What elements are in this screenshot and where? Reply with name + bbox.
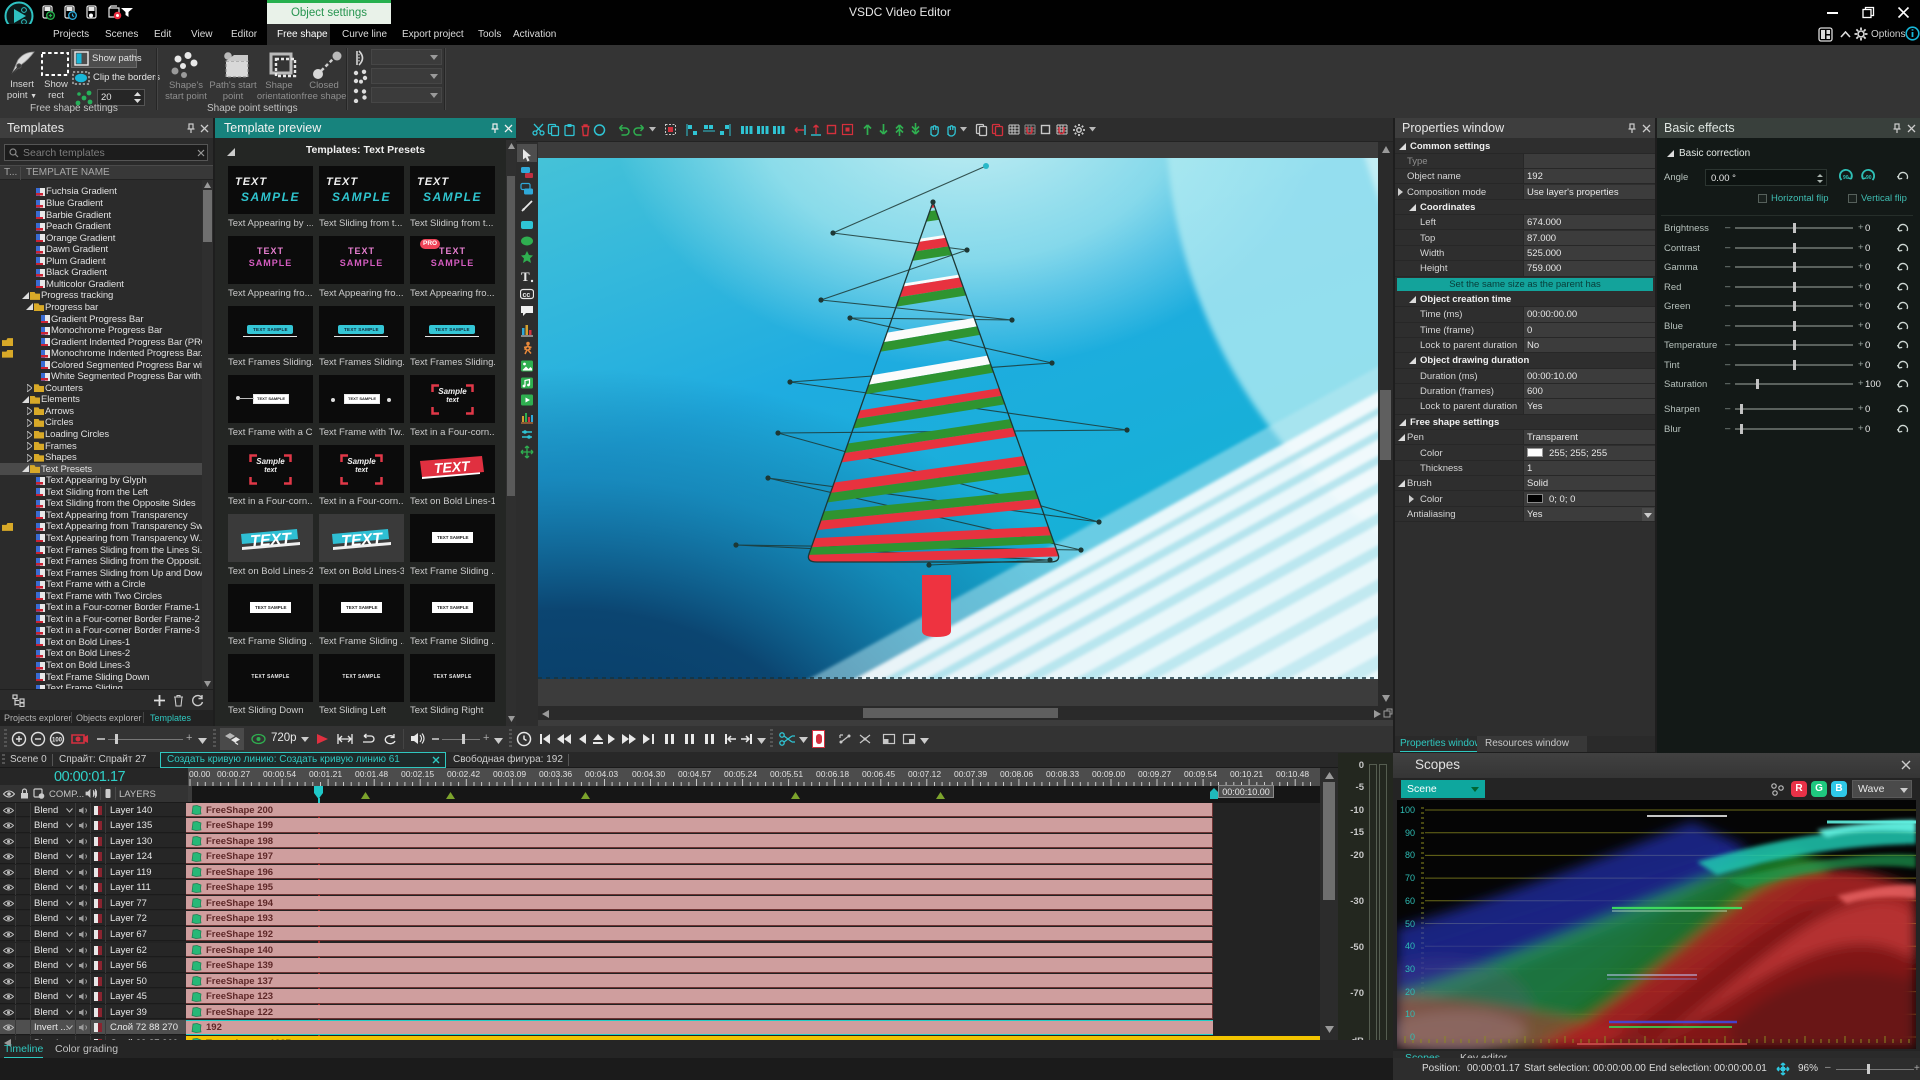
svg-text:cc: cc bbox=[523, 292, 531, 299]
svg-text:TEXT: TEXT bbox=[341, 531, 384, 551]
svg-text:T: T bbox=[521, 269, 530, 283]
svg-text:TEXT: TEXT bbox=[433, 457, 471, 476]
svg-text:90: 90 bbox=[1866, 175, 1872, 181]
svg-text:100: 100 bbox=[52, 738, 63, 744]
svg-text:90: 90 bbox=[1843, 175, 1849, 181]
svg-text:TEXT: TEXT bbox=[250, 531, 293, 551]
